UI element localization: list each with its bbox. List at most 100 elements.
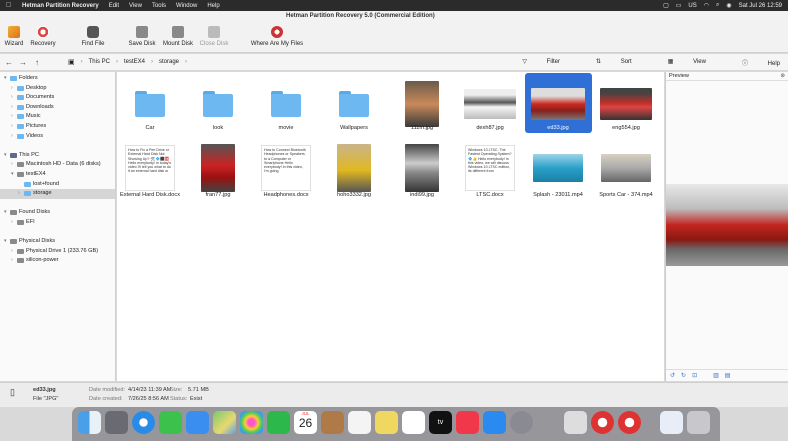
- menu-tools[interactable]: Tools: [152, 3, 166, 9]
- document-thumbnail: Windows 10 LTSC. The Fastest Operating S…: [465, 145, 515, 191]
- calendar-icon[interactable]: JUL 26: [294, 411, 317, 434]
- preview-title: Preview: [669, 73, 689, 79]
- finder-icon[interactable]: [78, 411, 101, 434]
- menu-window[interactable]: Window: [176, 3, 197, 9]
- disk-icon: [17, 219, 24, 225]
- tree-this-pc[interactable]: ▾ This PC: [0, 151, 115, 161]
- input-language[interactable]: US: [688, 3, 696, 9]
- downloads-folder-icon[interactable]: [660, 411, 683, 434]
- help-button[interactable]: ⓘ Help: [724, 58, 780, 67]
- folder-icon: [135, 91, 165, 117]
- freeform-icon[interactable]: [402, 411, 425, 434]
- where-are-my-files-button[interactable]: Where Are My Files: [246, 26, 308, 47]
- partition-recovery-icon[interactable]: [591, 411, 614, 434]
- apple-icon[interactable]: : [6, 2, 14, 9]
- tree-physical-disks[interactable]: ▾ Physical Disks: [0, 237, 115, 247]
- back-arrow-icon[interactable]: ←: [2, 58, 16, 67]
- maps-icon[interactable]: [213, 411, 236, 434]
- tree-silicon-power[interactable]: › silicon-power: [0, 256, 115, 266]
- tree-music[interactable]: › Music: [0, 112, 115, 122]
- battery-icon[interactable]: ▭: [676, 2, 682, 9]
- wifi-icon[interactable]: ◠: [704, 2, 709, 9]
- menu-app-name[interactable]: Hetman Partition Recovery: [22, 3, 99, 9]
- breadcrumb-this-pc[interactable]: This PC: [89, 59, 110, 65]
- folder-icon: [17, 123, 24, 129]
- control-center-icon[interactable]: ◉: [726, 2, 731, 9]
- dock: JUL 26 tv: [72, 407, 720, 441]
- status-value: Exist: [190, 396, 203, 402]
- image-thumbnail: [600, 88, 652, 120]
- rotate-left-icon[interactable]: ↺: [670, 372, 675, 379]
- tree-videos[interactable]: › Videos: [0, 132, 115, 142]
- tree-pictures[interactable]: › Pictures: [0, 122, 115, 132]
- app-store-icon[interactable]: [483, 411, 506, 434]
- data-recovery-icon[interactable]: [618, 411, 641, 434]
- search-icon[interactable]: ⌕: [716, 2, 719, 9]
- launchpad-icon[interactable]: [105, 411, 128, 434]
- tree-macintosh-hd[interactable]: › Macintosh HD - Data (6 disks): [0, 160, 115, 170]
- status-file-name: ed33.jpg: [33, 387, 56, 393]
- menu-help[interactable]: Help: [207, 3, 219, 9]
- contacts-icon[interactable]: [321, 411, 344, 434]
- file-name: indi99.jpg: [410, 192, 434, 198]
- tree-lost-found[interactable]: lost+found: [0, 180, 115, 190]
- file-name: fran77.jpg: [205, 192, 231, 198]
- find-file-button[interactable]: Find File: [68, 26, 118, 47]
- file-name: dexh87.jpg: [476, 125, 504, 131]
- file-name: Car: [145, 125, 155, 131]
- apple-tv-icon[interactable]: tv: [429, 411, 452, 434]
- forward-arrow-icon[interactable]: →: [16, 58, 30, 67]
- file-name: hoho3332.jpg: [337, 192, 371, 198]
- fit-icon[interactable]: ⊡: [692, 372, 697, 379]
- messages-icon[interactable]: [159, 411, 182, 434]
- date-modified-label: Date modified:: [89, 387, 126, 393]
- file-name: ed33.jpg: [547, 125, 569, 131]
- safari-icon[interactable]: [132, 411, 155, 434]
- file-name: look: [212, 125, 224, 131]
- filter-button[interactable]: ▽ Filter: [504, 58, 560, 67]
- folder-icon: [10, 76, 17, 81]
- photos-icon[interactable]: [240, 411, 263, 434]
- folder-icon: [17, 95, 24, 101]
- date-created-value: 7/26/25 8:56 AM: [128, 396, 169, 402]
- mail-icon[interactable]: [186, 411, 209, 434]
- breadcrumb-testex4[interactable]: testEX4: [124, 59, 145, 65]
- disk-utility-icon[interactable]: [564, 411, 587, 434]
- rotate-right-icon[interactable]: ↻: [681, 372, 686, 379]
- trash-icon[interactable]: [687, 411, 710, 434]
- disk-icon: [17, 162, 24, 168]
- close-icon[interactable]: ⊗: [780, 72, 785, 81]
- status-menu-icon[interactable]: ▢: [663, 2, 669, 9]
- tree-physical-drive-1[interactable]: › Physical Drive 1 (233.76 GB): [0, 247, 115, 257]
- notes-icon[interactable]: [375, 411, 398, 434]
- close-disk-button[interactable]: Close Disk: [189, 26, 239, 47]
- computer-icon: [10, 152, 17, 158]
- music-icon[interactable]: [456, 411, 479, 434]
- tree-downloads[interactable]: › Downloads: [0, 103, 115, 113]
- folder-icon: [24, 181, 31, 187]
- tree-desktop[interactable]: › Desktop: [0, 84, 115, 94]
- list-icon[interactable]: ▤: [725, 372, 731, 379]
- reminders-icon[interactable]: [348, 411, 371, 434]
- tree-folders[interactable]: ▾ Folders: [0, 74, 115, 84]
- grid-icon[interactable]: ▥: [713, 372, 719, 379]
- up-arrow-icon[interactable]: ↑: [30, 58, 44, 67]
- facetime-icon[interactable]: [267, 411, 290, 434]
- status-file-type: File "JPG": [33, 396, 59, 402]
- menubar-clock[interactable]: Sat Jul 26 12:59: [739, 3, 782, 9]
- tree-found-disks[interactable]: ▾ Found Disks: [0, 208, 115, 218]
- menu-edit[interactable]: Edit: [109, 3, 119, 9]
- recovery-button[interactable]: Recovery: [18, 26, 68, 47]
- view-button[interactable]: ▦ View: [650, 58, 706, 67]
- tree-storage[interactable]: › storage: [0, 189, 115, 199]
- disk-icon: [17, 248, 24, 254]
- menu-view[interactable]: View: [129, 3, 142, 9]
- file-name: External Hard Disk.docx: [120, 192, 180, 198]
- tree-testex4[interactable]: ▾ testEX4: [0, 170, 115, 180]
- sort-button[interactable]: ⇅ Sort: [578, 58, 632, 67]
- system-settings-icon[interactable]: [510, 411, 533, 434]
- breadcrumb-storage[interactable]: storage: [159, 59, 179, 65]
- tree-documents[interactable]: › Documents: [0, 93, 115, 103]
- tree-efi[interactable]: › EFI: [0, 218, 115, 228]
- toolbar: Hetman Partition Recovery 5.0 (Commercia…: [0, 11, 788, 53]
